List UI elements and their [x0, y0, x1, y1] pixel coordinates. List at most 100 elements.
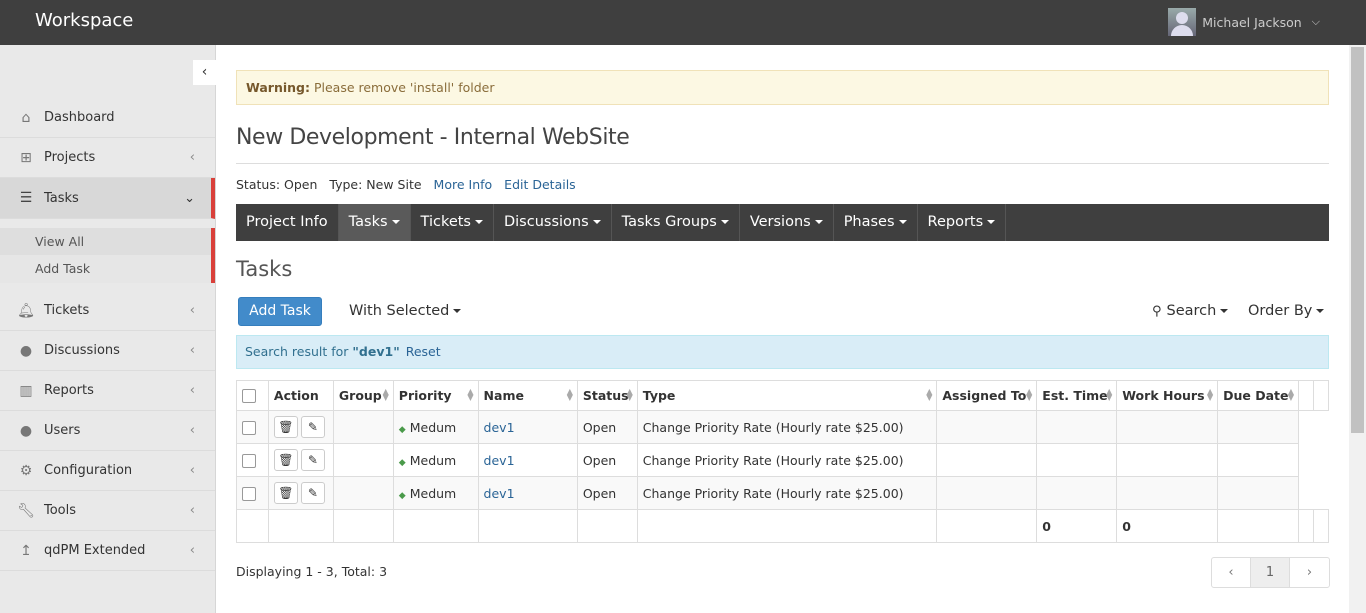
- group-cell: [332, 410, 394, 444]
- tab-tickets[interactable]: Tickets: [411, 204, 494, 241]
- delete-button[interactable]: 🗑︎: [273, 449, 298, 471]
- tab-label: Discussions: [503, 214, 589, 230]
- est-time-cell: [1036, 476, 1118, 510]
- sidebar-item-reports[interactable]: ▥ Reports ‹: [0, 371, 215, 411]
- search-dropdown[interactable]: ⚲ Search: [1152, 303, 1229, 319]
- column-label: Name: [483, 388, 524, 403]
- select-all-header: [236, 380, 269, 411]
- tab-tasks[interactable]: Tasks: [338, 204, 411, 241]
- chevron-left-icon: ‹: [189, 383, 195, 398]
- reset-search-link[interactable]: Reset: [406, 344, 441, 359]
- tab-label: Tasks: [348, 214, 388, 230]
- tasks-icon: ☰: [19, 190, 33, 206]
- priority-dot-icon: ◆: [398, 457, 406, 468]
- tab-tasks-groups[interactable]: Tasks Groups: [612, 204, 740, 241]
- table-row: 🗑︎ ✎ ◆ Medum dev1 Open Change Priority Rat…: [236, 410, 1329, 444]
- with-selected-dropdown[interactable]: With Selected: [349, 303, 462, 319]
- prev-page-button[interactable]: ‹: [1212, 558, 1251, 587]
- sidebar-subitem-view-all[interactable]: View All: [0, 228, 211, 255]
- task-name-link[interactable]: dev1: [484, 486, 515, 501]
- sidebar-subitem-add-task[interactable]: Add Task: [0, 255, 211, 282]
- due-date-cell: [1217, 410, 1300, 444]
- edit-icon: ✎: [307, 486, 318, 500]
- caret-down-icon: [592, 220, 601, 224]
- edit-button[interactable]: ✎: [300, 416, 325, 438]
- delete-button[interactable]: 🗑︎: [273, 416, 298, 438]
- more-info-link[interactable]: More Info: [434, 177, 493, 192]
- sidebar-item-discussions[interactable]: ● Discussions ‹: [0, 331, 215, 371]
- column-header-status[interactable]: Status ▲ ▼: [576, 380, 638, 411]
- page-1-button[interactable]: 1: [1251, 558, 1290, 587]
- caret-down-icon: [987, 220, 996, 224]
- row-checkbox[interactable]: [242, 486, 256, 501]
- order-by-dropdown[interactable]: Order By: [1248, 303, 1325, 319]
- tab-phases[interactable]: Phases: [834, 204, 918, 241]
- column-label: Action: [273, 388, 319, 403]
- priority-cell: ◆ Medum: [392, 476, 479, 510]
- sidebar-item-tasks[interactable]: ☰ Tasks ⌄: [0, 178, 215, 219]
- est-time-cell: [1036, 443, 1118, 477]
- row-checkbox[interactable]: [242, 453, 256, 468]
- sidebar-collapse-button[interactable]: ‹: [193, 60, 216, 85]
- chevron-down-icon: ⌵: [1311, 15, 1320, 28]
- home-icon: ⌂: [21, 109, 31, 126]
- sidebar-item-projects[interactable]: ⊞ Projects ‹: [0, 138, 215, 178]
- displaying-count: Displaying 1 - 3, Total: 3: [236, 564, 388, 579]
- delete-button[interactable]: 🗑︎: [273, 482, 298, 504]
- edit-button[interactable]: ✎: [300, 482, 325, 504]
- edit-button[interactable]: ✎: [300, 449, 325, 471]
- chevron-left-icon: ‹: [189, 150, 195, 165]
- chevron-left-icon: ‹: [189, 503, 195, 518]
- column-header-priority[interactable]: Priority ▲ ▼: [392, 380, 479, 411]
- column-label: Assigned To: [942, 388, 1027, 403]
- edit-details-link[interactable]: Edit Details: [504, 177, 576, 192]
- tab-versions[interactable]: Versions: [740, 204, 834, 241]
- sidebar-item-users[interactable]: ● Users ‹: [0, 411, 215, 451]
- tab-label: Project Info: [246, 214, 328, 230]
- search-label: Search: [1166, 303, 1217, 319]
- column-header-due-date[interactable]: Due Date ▲ ▼: [1217, 380, 1300, 411]
- sort-icon: ▲ ▼: [566, 387, 573, 402]
- user-menu[interactable]: Michael Jackson ⌵: [1168, 8, 1320, 36]
- select-all-checkbox[interactable]: [242, 389, 256, 404]
- chevron-left-icon: ‹: [189, 343, 195, 358]
- scrollbar-thumb[interactable]: [1351, 47, 1364, 433]
- sort-icon: ▲ ▼: [1287, 387, 1295, 402]
- column-header-est-time[interactable]: Est. Time ▲ ▼: [1036, 380, 1118, 411]
- row-checkbox[interactable]: [242, 420, 256, 435]
- tab-project-info[interactable]: Project Info: [236, 204, 339, 241]
- next-page-button[interactable]: ›: [1290, 558, 1329, 587]
- app-title[interactable]: Workspace: [35, 10, 133, 31]
- due-date-cell: [1217, 443, 1300, 477]
- type-cell: Change Priority Rate (Hourly rate $25.00…: [636, 443, 938, 477]
- column-header-name[interactable]: Name ▲ ▼: [477, 380, 578, 411]
- add-task-button[interactable]: Add Task: [238, 297, 322, 326]
- column-header-type[interactable]: Type ▲ ▼: [636, 380, 938, 411]
- sidebar-item-tools[interactable]: 🔧︎ Tools ‹: [0, 491, 215, 531]
- order-by-label: Order By: [1248, 303, 1313, 319]
- task-name-link[interactable]: dev1: [484, 420, 515, 435]
- sidebar-item-tickets[interactable]: 🔔︎ Tickets ‹: [0, 291, 215, 331]
- column-header-assigned-to[interactable]: Assigned To ▲ ▼: [936, 380, 1038, 411]
- project-meta: Status: Open Type: New Site More Info Ed…: [236, 177, 576, 192]
- sidebar-item-dashboard[interactable]: ⌂ Dashboard: [0, 98, 215, 138]
- sidebar-item-qdpm-extended[interactable]: ↥ qdPM Extended ‹: [0, 531, 215, 571]
- type-cell: Change Priority Rate (Hourly rate $25.00…: [636, 476, 938, 510]
- work-hours-cell: [1116, 443, 1219, 477]
- column-label: Work Hours: [1122, 388, 1205, 403]
- priority-value: Medum: [409, 452, 457, 468]
- work-hours-cell: [1116, 476, 1219, 510]
- sidebar-item-label: Dashboard: [44, 110, 115, 125]
- tab-discussions[interactable]: Discussions: [494, 204, 612, 241]
- task-name-link[interactable]: dev1: [484, 453, 515, 468]
- est-time-cell: [1036, 410, 1118, 444]
- column-header-work-hours[interactable]: Work Hours ▲ ▼: [1116, 380, 1219, 411]
- column-header-group[interactable]: Group ▲ ▼: [332, 380, 394, 411]
- bar-chart-icon: ▥: [19, 382, 33, 399]
- column-label: Priority: [398, 388, 452, 403]
- group-cell: [332, 476, 394, 510]
- project-nav: Project Info Tasks Tickets Discussions T…: [236, 204, 1329, 241]
- work-hours-total: 0: [1116, 509, 1219, 543]
- tab-reports[interactable]: Reports: [918, 204, 1007, 241]
- sidebar-item-configuration[interactable]: ⚙ Configuration ‹: [0, 451, 215, 491]
